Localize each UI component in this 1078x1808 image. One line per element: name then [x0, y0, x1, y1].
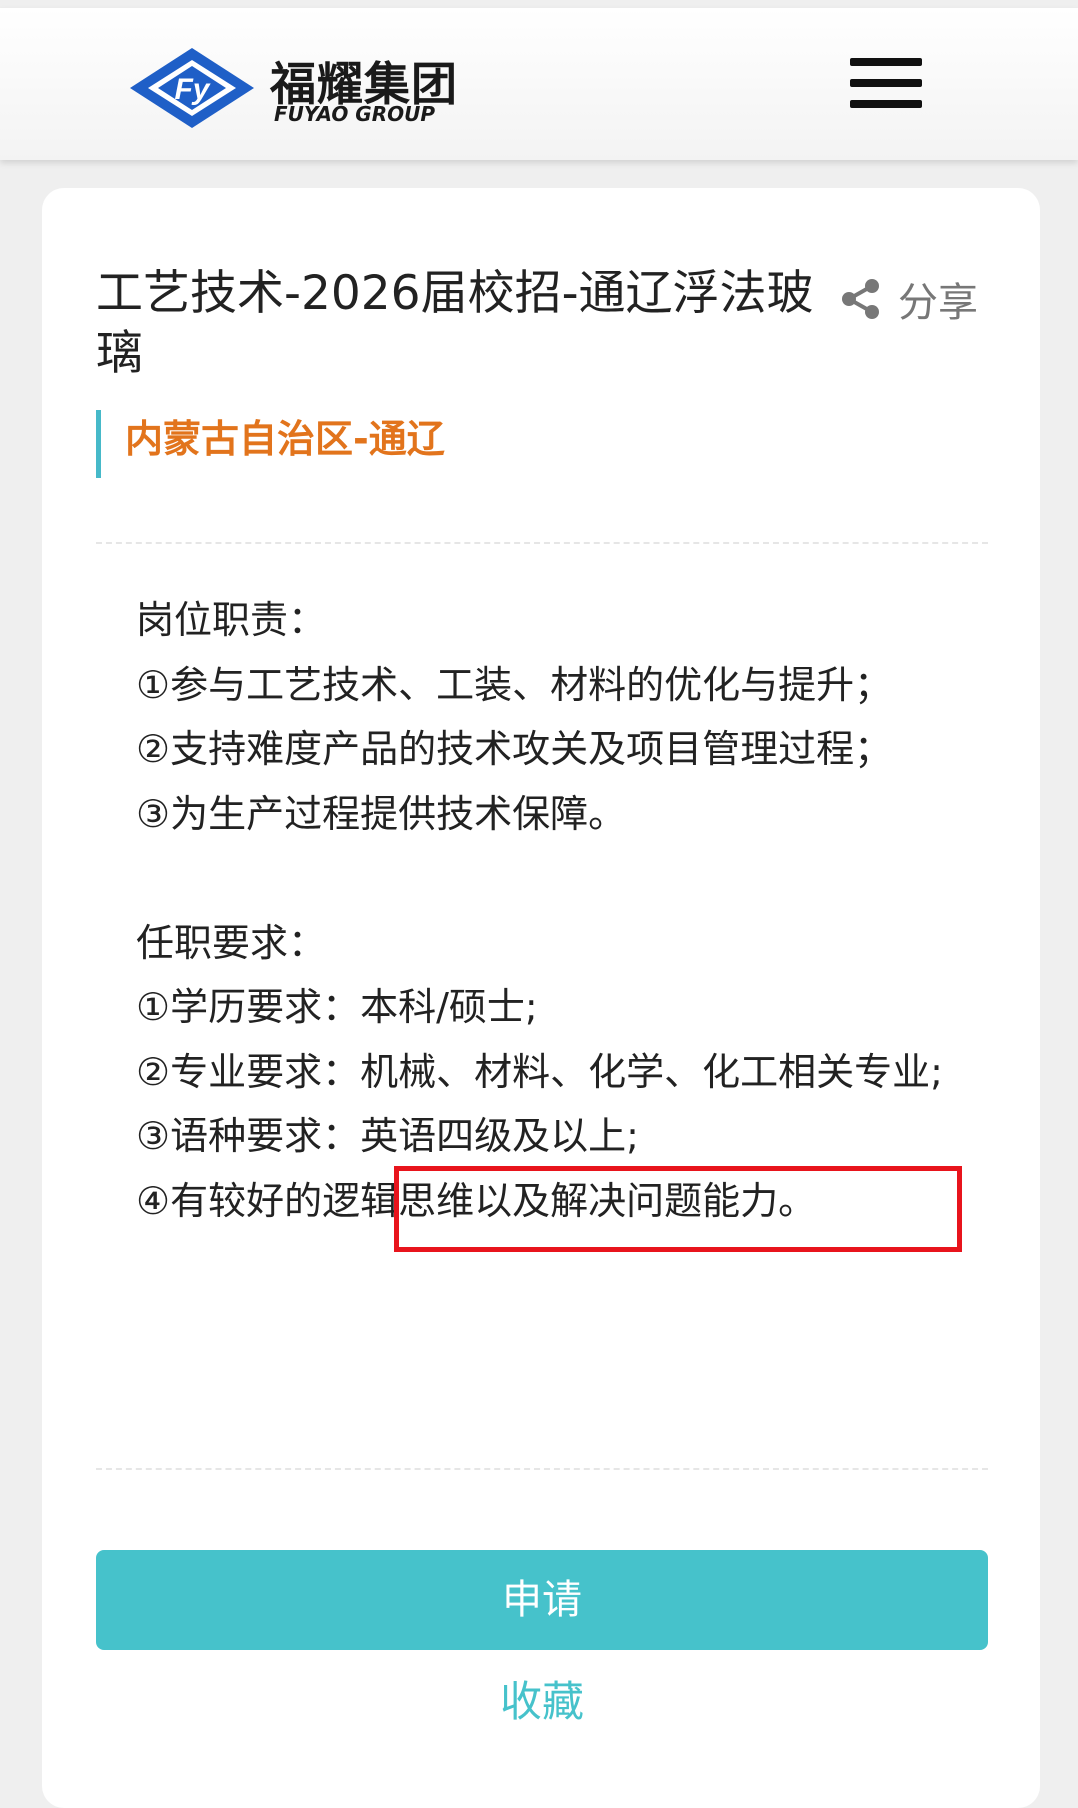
share-icon [842, 279, 879, 319]
fuyao-logo[interactable]: Fy 福耀集团 FUYAO GROUP [128, 42, 478, 132]
description-line: 任职要求： [136, 920, 327, 965]
divider [96, 542, 988, 544]
description-line: ③语种要求：英语四级及以上; [136, 1114, 639, 1158]
description-line: ①学历要求：本科/硕士; [136, 985, 538, 1029]
menu-bar [850, 100, 922, 108]
logo-mark-text: Fy [174, 73, 210, 106]
description-line: ①参与工艺技术、工装、材料的优化与提升； [136, 662, 893, 707]
description-line: ②专业要求：机械、材料、化学、化工相关专业; [136, 1049, 943, 1094]
description-blank-line [136, 846, 966, 911]
divider [96, 1468, 988, 1470]
job-detail-card: 工艺技术-2026届校招-通辽浮法玻璃 分享 内蒙古自治区-通辽 岗位职责： ①… [42, 188, 1040, 1808]
hamburger-menu-icon[interactable] [850, 58, 926, 118]
job-description: 岗位职责： ①参与工艺技术、工装、材料的优化与提升； ②支持难度产品的技术攻关及… [136, 588, 966, 1233]
share-button[interactable]: 分享 [838, 274, 978, 326]
apply-button[interactable]: 申请 [96, 1550, 988, 1650]
red-highlight-annotation [394, 1166, 962, 1252]
menu-bar [850, 58, 922, 66]
logo-english-name: FUYAO GROUP [274, 102, 436, 126]
description-line: 岗位职责： [136, 598, 327, 642]
fuyao-logo-mark-icon: Fy [130, 48, 254, 128]
description-line: ③为生产过程提供技术保障。 [136, 791, 627, 836]
job-title: 工艺技术-2026届校招-通辽浮法玻璃 [96, 266, 814, 381]
job-location: 内蒙古自治区-通辽 [96, 410, 445, 478]
description-line: ②支持难度产品的技术攻关及项目管理过程； [136, 727, 893, 771]
collect-button[interactable]: 收藏 [96, 1668, 988, 1729]
top-nav-bar: Fy 福耀集团 FUYAO GROUP [0, 8, 1078, 160]
share-label: 分享 [898, 280, 978, 326]
menu-bar [850, 79, 922, 87]
